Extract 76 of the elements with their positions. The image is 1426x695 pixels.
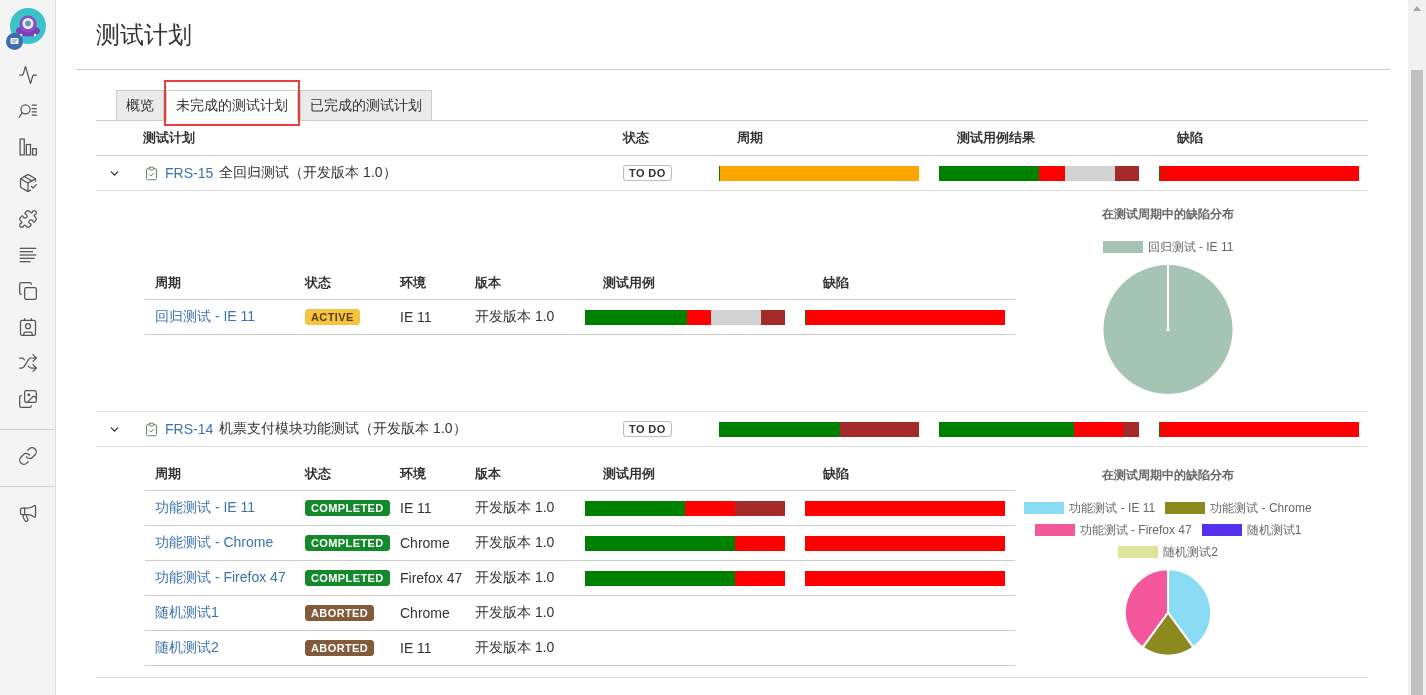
- version-cell: 开发版本 1.0: [475, 308, 555, 326]
- column-header: 周期: [155, 274, 181, 292]
- box-check-icon[interactable]: [17, 173, 38, 193]
- status-badge: ACTIVE: [305, 309, 360, 325]
- version-cell: 开发版本 1.0: [475, 499, 555, 517]
- column-header: 周期: [155, 465, 181, 483]
- text-lines-icon[interactable]: [17, 245, 38, 265]
- environment-cell: Chrome: [400, 535, 450, 551]
- legend-label: 随机测试1: [1246, 521, 1302, 539]
- issue-link[interactable]: FRS-15: [165, 165, 214, 181]
- cycle-link[interactable]: 随机测试1: [155, 604, 219, 622]
- status-badge: COMPLETED: [305, 535, 390, 551]
- column-header: 环境: [400, 274, 426, 292]
- version-cell: 开发版本 1.0: [475, 569, 555, 587]
- legend-label: 随机测试2: [1163, 543, 1218, 561]
- cycle-link[interactable]: 功能测试 - Firefox 47: [155, 569, 286, 587]
- version-cell: 开发版本 1.0: [475, 639, 555, 657]
- column-header: 测试用例: [603, 274, 655, 292]
- status-badge: TO DO: [623, 165, 672, 181]
- shuffle-icon[interactable]: [17, 353, 38, 373]
- column-header: 版本: [475, 274, 501, 292]
- column-header: 环境: [400, 465, 426, 483]
- tab[interactable]: 概览: [116, 90, 164, 121]
- column-header: 缺陷: [823, 274, 849, 292]
- column-header: 测试用例: [603, 465, 655, 483]
- cycle-link[interactable]: 随机测试2: [155, 639, 219, 657]
- id-card-icon[interactable]: [17, 317, 38, 337]
- version-cell: 开发版本 1.0: [475, 604, 555, 622]
- plan-summary: 全回归测试（开发版本 1.0）: [219, 164, 397, 182]
- environment-cell: Chrome: [400, 605, 450, 621]
- status-badge: COMPLETED: [305, 570, 390, 586]
- legend-label: 功能测试 - Firefox 47: [1079, 521, 1192, 539]
- cycle-link[interactable]: 功能测试 - IE 11: [155, 499, 256, 517]
- pulse-icon[interactable]: [17, 65, 38, 85]
- legend-label: 功能测试 - Chrome: [1210, 499, 1312, 517]
- status-badge: COMPLETED: [305, 500, 390, 516]
- legend-label: 功能测试 - IE 11: [1069, 499, 1156, 517]
- environment-cell: IE 11: [400, 640, 432, 656]
- chart-title: 在测试周期中的缺陷分布: [1102, 467, 1234, 483]
- column-header: 测试计划: [143, 129, 195, 147]
- environment-cell: IE 11: [400, 309, 432, 325]
- chat-badge-icon: [5, 33, 23, 50]
- copy-icon[interactable]: [17, 281, 38, 301]
- clipboard-check-icon: [144, 421, 159, 437]
- tab[interactable]: 已完成的测试计划: [300, 90, 432, 121]
- column-header: 测试用例结果: [957, 129, 1035, 147]
- plan-summary: 机票支付模块功能测试（开发版本 1.0）: [219, 420, 467, 438]
- environment-cell: Firefox 47: [400, 570, 463, 586]
- column-header: 状态: [305, 274, 331, 292]
- version-cell: 开发版本 1.0: [475, 534, 555, 552]
- chart-title: 在测试周期中的缺陷分布: [1102, 206, 1234, 222]
- environment-cell: IE 11: [400, 500, 432, 516]
- status-badge: ABORTED: [305, 605, 375, 621]
- scrollbar[interactable]: [1408, 0, 1426, 695]
- scrollbar-thumb[interactable]: [1411, 70, 1423, 695]
- cycle-link[interactable]: 功能测试 - Chrome: [155, 534, 274, 552]
- column-header: 状态: [305, 465, 331, 483]
- link-icon[interactable]: [17, 446, 38, 466]
- tab[interactable]: 未完成的测试计划: [166, 90, 298, 121]
- column-header: 周期: [737, 129, 763, 147]
- search-list-icon[interactable]: [17, 101, 38, 121]
- column-header: 缺陷: [1177, 129, 1203, 147]
- legend-label: 回归测试 - IE 11: [1147, 238, 1234, 256]
- puzzle-icon[interactable]: [17, 209, 38, 229]
- megaphone-icon[interactable]: [17, 503, 38, 523]
- cycle-link[interactable]: 回归测试 - IE 11: [155, 308, 256, 326]
- images-icon[interactable]: [17, 389, 38, 409]
- page-title: 测试计划: [76, 0, 1390, 70]
- bar-chart-icon[interactable]: [17, 137, 38, 157]
- clipboard-check-icon: [144, 165, 159, 181]
- column-header: 状态: [623, 129, 649, 147]
- status-badge: ABORTED: [305, 640, 375, 656]
- status-badge: TO DO: [623, 421, 672, 437]
- column-header: 版本: [475, 465, 501, 483]
- issue-link[interactable]: FRS-14: [165, 421, 214, 437]
- column-header: 缺陷: [823, 465, 849, 483]
